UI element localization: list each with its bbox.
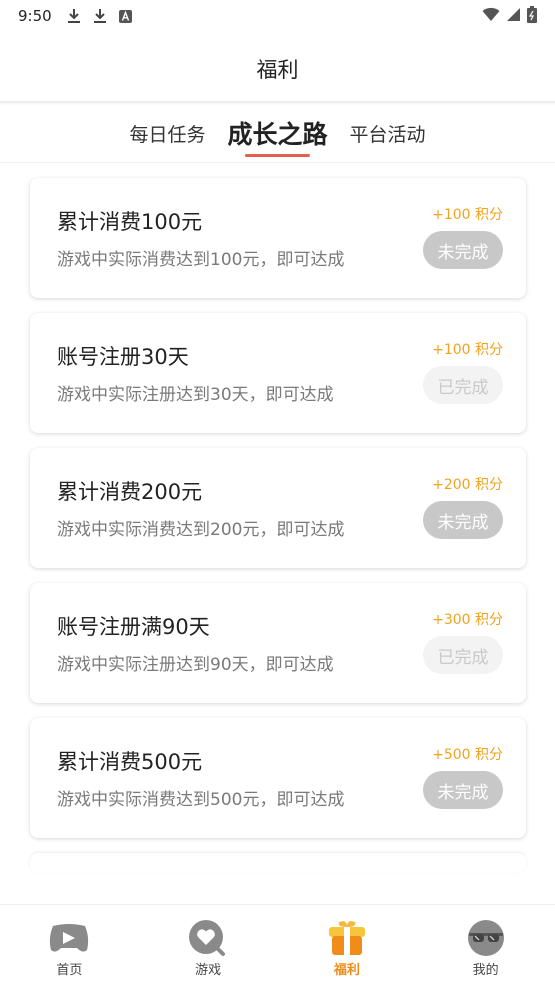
task-description: 游戏中实际注册达到30天，即可达成 (57, 385, 334, 405)
nav-item-mine[interactable]: 我的 (446, 919, 526, 978)
task-description: 游戏中实际消费达到200元，即可达成 (57, 520, 345, 540)
nav-item-home[interactable]: 首页 (29, 919, 109, 978)
task-points: +500 积分 (432, 747, 503, 763)
task-card: 累计消费100元 游戏中实际消费达到100元，即可达成 +100 积分 未完成 (30, 178, 526, 298)
task-title: 账号注册30天 (57, 345, 189, 369)
sunglasses-avatar-icon (464, 919, 508, 957)
task-card: 累计消费500元 游戏中实际消费达到500元，即可达成 +500 积分 未完成 (30, 718, 526, 838)
download-icon (92, 8, 108, 24)
bottom-nav: 首页 游戏 福利 我的 (0, 904, 555, 988)
header-divider (0, 101, 555, 105)
task-title: 累计消费100元 (57, 210, 203, 234)
tab-label: 平台活动 (349, 123, 426, 146)
task-status-button[interactable]: 未完成 (423, 771, 503, 809)
tab-platform-activities[interactable]: 平台活动 (350, 120, 426, 147)
task-points: +100 积分 (432, 342, 503, 358)
active-tab-indicator (245, 154, 310, 157)
tabs-divider (0, 162, 555, 163)
task-card-partial (30, 853, 526, 873)
heart-search-icon (186, 919, 230, 957)
task-status-button[interactable]: 未完成 (423, 231, 503, 269)
tab-growth-path[interactable]: 成长之路 (227, 115, 328, 157)
task-title: 累计消费500元 (57, 750, 203, 774)
task-description: 游戏中实际注册达到90天，即可达成 (57, 655, 334, 675)
wifi-icon (482, 7, 500, 26)
a-badge-icon (118, 8, 134, 24)
task-description: 游戏中实际消费达到100元，即可达成 (57, 250, 345, 270)
nav-label: 我的 (472, 963, 499, 978)
nav-label: 福利 (333, 963, 360, 978)
download-icon (66, 8, 82, 24)
task-list: 累计消费100元 游戏中实际消费达到100元，即可达成 +100 积分 未完成 … (30, 178, 526, 888)
tab-daily-tasks[interactable]: 每日任务 (129, 120, 205, 147)
status-bar: 9:50 (0, 0, 555, 32)
signal-icon (506, 7, 521, 26)
task-title: 账号注册满90天 (57, 615, 210, 639)
task-points: +300 积分 (432, 612, 503, 628)
gamepad-icon (47, 919, 91, 957)
tab-label: 成长之路 (227, 120, 328, 149)
task-status-button[interactable]: 已完成 (423, 366, 503, 404)
nav-item-welfare[interactable]: 福利 (307, 919, 387, 978)
task-status-button[interactable]: 已完成 (423, 636, 503, 674)
task-description: 游戏中实际消费达到500元，即可达成 (57, 790, 345, 810)
tab-label: 每日任务 (129, 123, 206, 146)
nav-label: 首页 (56, 963, 83, 978)
task-title: 累计消费200元 (57, 480, 203, 504)
gift-icon (325, 919, 369, 957)
battery-icon (527, 5, 537, 27)
nav-label: 游戏 (195, 963, 222, 978)
nav-item-games[interactable]: 游戏 (168, 919, 248, 978)
status-time: 9:50 (18, 7, 52, 25)
task-points: +200 积分 (432, 477, 503, 493)
task-card: 累计消费200元 游戏中实际消费达到200元，即可达成 +200 积分 未完成 (30, 448, 526, 568)
tab-bar: 每日任务 成长之路 平台活动 (0, 108, 555, 158)
task-points: +100 积分 (432, 207, 503, 223)
task-card: 账号注册满90天 游戏中实际注册达到90天，即可达成 +300 积分 已完成 (30, 583, 526, 703)
page-title: 福利 (256, 58, 299, 82)
task-card: 账号注册30天 游戏中实际注册达到30天，即可达成 +100 积分 已完成 (30, 313, 526, 433)
task-status-button[interactable]: 未完成 (423, 501, 503, 539)
